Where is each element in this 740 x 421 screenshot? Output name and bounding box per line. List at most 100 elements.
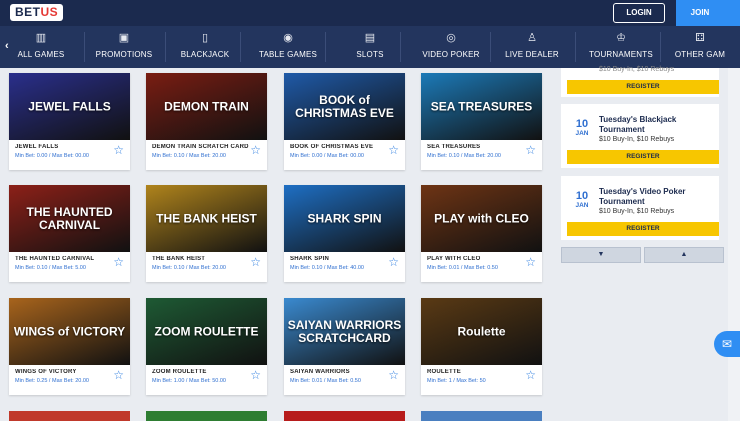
game-card-partial[interactable] [421, 411, 542, 421]
favorite-star-icon[interactable]: ☆ [525, 144, 536, 156]
game-thumbnail[interactable]: DEMON TRAIN [146, 73, 267, 140]
register-button[interactable]: REGISTER [567, 80, 719, 94]
game-card[interactable]: DEMON TRAIN DEMON TRAIN SCRATCH CARD Min B… [146, 73, 267, 170]
game-card[interactable]: BOOK of CHRISTMAS EVE BOOK OF CHRISTMAS E… [284, 73, 405, 170]
nav-item[interactable]: ◉ TABLE GAMES [250, 26, 326, 68]
game-thumbnail[interactable]: THE BANK HEIST [146, 185, 267, 252]
game-thumbnail-title: SAIYAN WARRIORS SCRATCHCARD [287, 317, 402, 345]
game-bet-range: Min Bet: 1.00 / Max Bet: 50.00 [152, 378, 226, 384]
favorite-star-icon[interactable]: ☆ [250, 144, 261, 156]
game-card-partial[interactable] [9, 411, 130, 421]
game-name[interactable]: PLAY WITH CLEO [427, 256, 536, 262]
game-card[interactable]: THE BANK HEIST THE BANK HEIST Min Bet: 0.1… [146, 185, 267, 282]
nav-item[interactable]: ▣ PROMOTIONS [92, 26, 156, 68]
nav-item[interactable]: ♙ LIVE DEALER [498, 26, 566, 68]
scrollbar[interactable] [728, 68, 740, 421]
favorite-star-icon[interactable]: ☆ [250, 369, 261, 381]
favorite-star-icon[interactable]: ☆ [525, 256, 536, 268]
register-button[interactable]: REGISTER [567, 222, 719, 236]
game-card[interactable]: SEA TREASURES SEA TREASURES Min Bet: 0.10 … [421, 73, 542, 170]
join-button[interactable]: JOIN [676, 0, 724, 26]
game-thumbnail[interactable]: BOOK of CHRISTMAS EVE [284, 73, 405, 140]
header-right-fill [724, 0, 740, 26]
game-info: THE BANK HEIST Min Bet: 0.10 / Max Bet: 2… [146, 252, 267, 282]
nav-item[interactable]: ◎ VIDEO POKER [412, 26, 490, 68]
game-thumbnail[interactable]: Roulette [421, 298, 542, 365]
game-card[interactable]: JEWEL FALLS JEWEL FALLS Min Bet: 0.00 / Ma… [9, 73, 130, 170]
favorite-star-icon[interactable]: ☆ [113, 144, 124, 156]
tournament-sub: $10 Buy-In, $10 Rebuys [599, 136, 675, 143]
game-thumbnail[interactable]: SHARK SPIN [284, 185, 405, 252]
game-card-partial[interactable] [284, 411, 405, 421]
game-thumbnail-title: Roulette [457, 324, 506, 338]
game-name[interactable]: DEMON TRAIN SCRATCH CARD [152, 144, 261, 150]
game-name[interactable]: SEA TREASURES [427, 144, 536, 150]
favorite-star-icon[interactable]: ☆ [113, 369, 124, 381]
game-name[interactable]: ZOOM ROULETTE [152, 369, 261, 375]
game-thumbnail-title: DEMON TRAIN [164, 99, 249, 113]
game-thumbnail[interactable]: PLAY with CLEO [421, 185, 542, 252]
top-header: BETUS LOGIN JOIN [0, 0, 740, 26]
game-thumbnail[interactable]: WINGS of VICTORY [9, 298, 130, 365]
game-name[interactable]: SAIYAN WARRIORS [290, 369, 399, 375]
cards-icon: ▯ [201, 32, 209, 44]
favorite-star-icon[interactable]: ☆ [388, 256, 399, 268]
game-thumbnail[interactable]: JEWEL FALLS [9, 73, 130, 140]
chat-icon[interactable]: ✉ [714, 331, 740, 357]
game-card[interactable]: THE HAUNTED CARNIVAL THE HAUNTED CARNIVAL… [9, 185, 130, 282]
game-card[interactable]: PLAY with CLEO PLAY WITH CLEO Min Bet: 0.0… [421, 185, 542, 282]
game-thumbnail-title: JEWEL FALLS [28, 99, 111, 113]
register-button[interactable]: REGISTER [567, 150, 719, 164]
game-card[interactable]: WINGS of VICTORY WINGS OF VICTORY Min Bet:… [9, 298, 130, 395]
game-card-partial[interactable] [146, 411, 267, 421]
tournament-date: 10 JAN [571, 118, 593, 138]
game-bet-range: Min Bet: 0.25 / Max Bet: 20.00 [15, 378, 89, 384]
login-button[interactable]: LOGIN [613, 3, 665, 23]
nav-divider [490, 32, 491, 62]
tournament-sub: $10 Buy-In, $10 Rebuys [599, 66, 675, 73]
pager-up-button[interactable]: ▲ [644, 247, 724, 263]
nav-item[interactable]: ▥ ALL GAMES [8, 26, 74, 68]
game-thumbnail-title: PLAY with CLEO [434, 211, 529, 225]
game-bet-range: Min Bet: 0.01 / Max Bet: 0.50 [427, 265, 498, 271]
pager-down-button[interactable]: ▼ [561, 247, 641, 263]
game-thumbnail[interactable]: THE HAUNTED CARNIVAL [9, 185, 130, 252]
game-name[interactable]: WINGS OF VICTORY [15, 369, 124, 375]
betus-logo[interactable]: BETUS [10, 4, 64, 21]
nav-item[interactable]: ▤ SLOTS [333, 26, 407, 68]
nav-item-label: VIDEO POKER [422, 50, 480, 59]
nav-item-label: BLACKJACK [180, 50, 230, 59]
game-name[interactable]: JEWEL FALLS [15, 144, 124, 150]
nav-item[interactable]: ⚃ OTHER GAM [662, 26, 738, 68]
game-card[interactable]: ZOOM ROULETTE ZOOM ROULETTE Min Bet: 1.00 … [146, 298, 267, 395]
game-name[interactable]: ROULETTE [427, 369, 536, 375]
tournament-title[interactable]: Tuesday's Video Poker Tournament [599, 187, 713, 207]
game-thumbnail-title: SHARK SPIN [307, 211, 382, 225]
favorite-star-icon[interactable]: ☆ [388, 369, 399, 381]
favorite-star-icon[interactable]: ☆ [250, 256, 261, 268]
game-card[interactable]: SAIYAN WARRIORS SCRATCHCARD SAIYAN WARRIO… [284, 298, 405, 395]
game-name[interactable]: SHARK SPIN [290, 256, 399, 262]
game-name[interactable]: BOOK OF CHRISTMAS EVE [290, 144, 399, 150]
game-bet-range: Min Bet: 0.10 / Max Bet: 20.00 [152, 265, 226, 271]
nav-item[interactable]: ▯ BLACKJACK [178, 26, 232, 68]
game-thumbnail-title: THE HAUNTED CARNIVAL [26, 204, 113, 232]
nav-item[interactable]: ♔ TOURNAMENTS [580, 26, 662, 68]
favorite-star-icon[interactable]: ☆ [525, 369, 536, 381]
game-info: SHARK SPIN Min Bet: 0.10 / Max Bet: 40.00… [284, 252, 405, 282]
favorite-star-icon[interactable]: ☆ [388, 144, 399, 156]
game-name[interactable]: THE BANK HEIST [152, 256, 261, 262]
dealer-icon: ♙ [527, 32, 537, 44]
nav-item-label: PROMOTIONS [95, 50, 153, 59]
game-thumbnail-title: WINGS of VICTORY [13, 324, 126, 338]
game-thumbnail[interactable]: SEA TREASURES [421, 73, 542, 140]
favorite-star-icon[interactable]: ☆ [113, 256, 124, 268]
tournament-title[interactable]: Tuesday's Blackjack Tournament [599, 115, 713, 135]
game-name[interactable]: THE HAUNTED CARNIVAL [15, 256, 124, 262]
game-card[interactable]: Roulette ROULETTE Min Bet: 1 / Max Bet: 50… [421, 298, 542, 395]
game-thumbnail[interactable]: ZOOM ROULETTE [146, 298, 267, 365]
game-info: SEA TREASURES Min Bet: 0.10 / Max Bet: 20… [421, 140, 542, 170]
game-thumbnail[interactable]: SAIYAN WARRIORS SCRATCHCARD [284, 298, 405, 365]
game-card[interactable]: SHARK SPIN SHARK SPIN Min Bet: 0.10 / Max … [284, 185, 405, 282]
logo-text-us: US [40, 5, 59, 19]
